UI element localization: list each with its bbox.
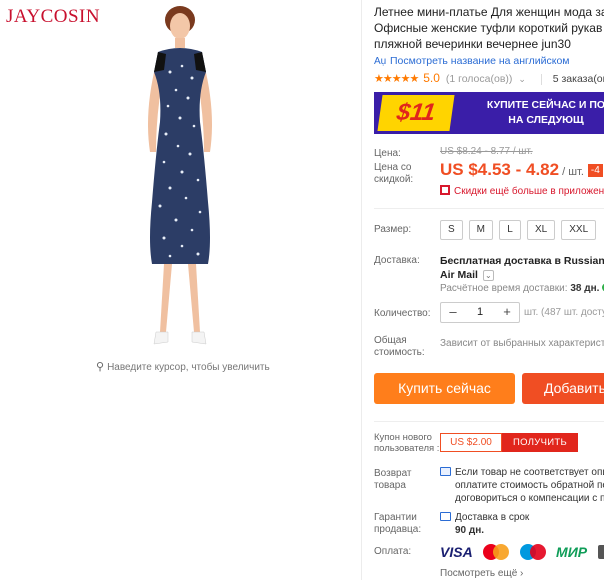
returns-info: Если товар не соответствует опис оплатит… — [440, 466, 604, 505]
rating-row: ★★★★★ 5.0 (1 голоса(ов)) ⌄ 5 заказа(ов) — [374, 71, 604, 85]
payment-label: Оплата: — [374, 546, 412, 557]
mir-icon: МИР — [556, 543, 588, 560]
promo-banner[interactable]: $11 КУПИТЕ СЕЙЧАС И ПО НА СЛЕДУЮЩ — [374, 92, 604, 134]
product-image-panel[interactable]: JAYCOSIN ⚲ Наведите курсор, чтобы увелич… — [0, 0, 366, 580]
price-label: Цена: — [374, 148, 401, 159]
size-options: S M L XL XXL — [440, 219, 602, 240]
discount-price: US $4.53 - 4.82/ шт. -4 — [440, 160, 603, 180]
returns-label: Возврат товара — [374, 468, 412, 491]
product-title: Летнее мини-платье Для женщин мода за Оф… — [374, 5, 604, 51]
delivery-guarantee-icon — [440, 512, 451, 521]
size-option-xl[interactable]: XL — [527, 220, 556, 240]
product-image[interactable] — [120, 2, 240, 360]
size-label: Размер: — [374, 224, 412, 235]
size-option-m[interactable]: M — [468, 220, 494, 240]
discount-badge: -4 — [587, 164, 603, 178]
stock-note: шт. (487 шт. досту — [524, 307, 604, 318]
mastercard-icon — [483, 543, 510, 560]
get-coupon-button[interactable]: ПОЛУЧИТЬ — [502, 433, 578, 452]
payment-methods: VISA МИР — [440, 543, 604, 560]
plus-icon[interactable]: + — [497, 303, 517, 322]
total-label: Общая стоимость: — [374, 335, 425, 358]
orders-count: 5 заказа(ов) — [552, 73, 604, 85]
zoom-hint: ⚲ Наведите курсор, чтобы увеличить — [96, 361, 270, 373]
add-to-cart-button[interactable]: Добавить — [522, 373, 604, 404]
coupon-value: US $2.00 — [440, 433, 502, 452]
brand-logo: JAYCOSIN — [6, 6, 101, 27]
chevron-down-icon[interactable]: ⌄ — [518, 74, 526, 84]
return-policy-icon — [440, 467, 451, 476]
quantity-input[interactable]: 1 — [465, 306, 495, 318]
coupon-label: Купон нового пользователя : — [374, 432, 440, 454]
size-option-l[interactable]: L — [499, 220, 522, 240]
quantity-stepper: – 1 + — [440, 302, 520, 323]
old-price: US $8.24 - 8.77 / шт. — [440, 146, 533, 157]
divider — [374, 208, 604, 209]
size-option-s[interactable]: S — [440, 220, 463, 240]
translate-title-link[interactable]: Aụ Посмотреть название на английском — [374, 55, 570, 67]
separator — [540, 73, 542, 85]
total-note: Зависит от выбранных характерист — [440, 338, 604, 349]
rating-votes[interactable]: (1 голоса(ов)) — [446, 73, 513, 85]
translate-icon: Aụ — [374, 56, 387, 67]
minus-icon[interactable]: – — [443, 303, 463, 322]
guarantee-label: Гарантии продавца: — [374, 512, 422, 535]
shipping-method[interactable]: Бесплатная доставка в Russian Fed Air Ma… — [440, 254, 604, 282]
qr-code-icon — [440, 185, 450, 195]
magnifier-icon: ⚲ — [96, 361, 105, 373]
size-option-xxl[interactable]: XXL — [561, 220, 597, 240]
shipping-label: Доставка: — [374, 255, 420, 266]
shipping-time: Расчётное время доставки: 38 дн. — [440, 283, 604, 294]
wallet-icon — [597, 544, 604, 559]
quantity-label: Количество: — [374, 308, 431, 319]
banner-text: КУПИТЕ СЕЙЧАС И ПО НА СЛЕДУЮЩ — [486, 99, 604, 126]
see-more-payment-link[interactable]: Посмотреть ещё › — [440, 568, 523, 579]
discount-price-label: Цена со скидкой: — [374, 162, 414, 185]
divider — [361, 0, 362, 580]
buy-now-button[interactable]: Купить сейчас — [374, 373, 515, 404]
visa-icon: VISA — [440, 543, 473, 560]
rating-score: 5.0 — [423, 71, 440, 85]
divider — [374, 421, 604, 422]
banner-price: $11 — [377, 95, 455, 131]
chevron-down-icon[interactable]: ⌄ — [482, 269, 494, 281]
app-discount-link[interactable]: Скидки ещё больше в приложени — [440, 185, 604, 197]
maestro-icon — [519, 543, 546, 560]
guarantee-info: Доставка в срок 90 дн. — [440, 511, 529, 537]
rating-stars: ★★★★★ — [374, 73, 419, 85]
